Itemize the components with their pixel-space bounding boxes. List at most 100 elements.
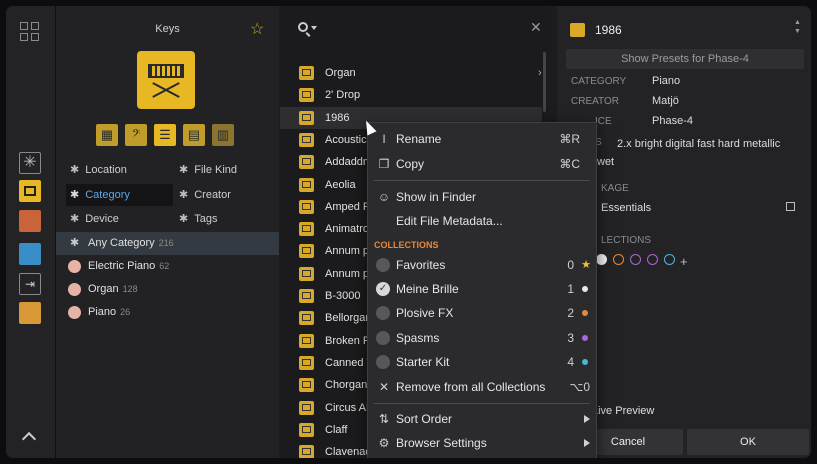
collections-header: COLLECTIONS <box>374 240 439 250</box>
filter-location[interactable]: ✱ Location <box>70 159 127 181</box>
collection-dot[interactable] <box>596 254 607 265</box>
preset-file-icon <box>299 199 314 214</box>
creator-label: CREATOR <box>571 96 619 107</box>
menu-item-collection[interactable]: Spasms 3 <box>368 326 596 350</box>
show-presets-button[interactable]: Show Presets for Phase-4 <box>566 49 804 69</box>
collections-label: LECTIONS <box>601 235 652 246</box>
keys-category-icon[interactable] <box>19 180 41 202</box>
sequencer-icon[interactable] <box>19 243 41 265</box>
device-label: ICE <box>595 116 612 127</box>
close-icon: ✕ <box>378 380 390 394</box>
filter-file-kind[interactable]: ✱ File Kind <box>179 159 237 181</box>
add-collection-icon[interactable]: + <box>680 254 691 269</box>
category-label: CATEGORY <box>571 76 627 87</box>
collection-dot[interactable] <box>630 254 641 265</box>
preset-file-icon <box>299 66 314 80</box>
category-item-piano[interactable]: Piano 26 <box>56 301 279 324</box>
scrollbar[interactable] <box>543 52 546 112</box>
grid-type-icon[interactable]: ▦ <box>96 124 118 146</box>
preset-file-icon <box>299 355 314 370</box>
menu-item-show-in-finder[interactable]: ☺ Show in Finder <box>368 185 596 209</box>
multisample-icon[interactable]: ✳ <box>19 152 41 174</box>
context-menu: I Rename ⌘R ❐ Copy ⌘C ☺ Show in Finder E… <box>367 122 597 458</box>
copy-icon: ❐ <box>378 157 390 171</box>
gear-icon: ⚙ <box>378 436 390 450</box>
grid-view-icon[interactable] <box>20 22 40 42</box>
asterisk-icon: ✱ <box>179 164 189 176</box>
category-panel: Keys ☆ ▦ 𝄢 ☰ ▤ ▥ ✱ Location ✱ File Kind ✱ C… <box>56 6 279 458</box>
collection-dot[interactable] <box>613 254 624 265</box>
plug-icon[interactable]: ⇥ <box>19 273 41 295</box>
keys-large-icon <box>137 51 195 109</box>
preset-file-icon <box>299 110 314 125</box>
filter-tags[interactable]: ✱ Tags <box>179 208 217 230</box>
search-dropdown-icon[interactable] <box>311 26 317 30</box>
text-cursor-icon: I <box>382 132 386 146</box>
finder-icon: ☺ <box>377 190 391 204</box>
category-item-organ[interactable]: Organ 128 <box>56 278 279 301</box>
filter-category[interactable]: ✱ Category <box>66 184 173 206</box>
live-preview-label[interactable]: Live Preview <box>592 405 654 417</box>
filter-creator[interactable]: ✱ Creator <box>179 184 231 206</box>
preset-title: 1986 <box>595 23 622 37</box>
menu-item-remove-all[interactable]: ✕ Remove from all Collections ⌥0 <box>368 375 596 399</box>
collection-toggle-icon <box>376 258 390 272</box>
chevron-up-icon[interactable] <box>21 431 37 447</box>
category-item-electric-piano[interactable]: Electric Piano 62 <box>56 255 279 278</box>
instrument-icon[interactable] <box>19 210 41 232</box>
search-icon[interactable] <box>298 22 308 32</box>
scroll-arrows-icon[interactable]: ▲ ▼ <box>794 18 801 36</box>
menu-item-copy[interactable]: ❐ Copy ⌘C <box>368 152 596 176</box>
file-list-item[interactable]: Organ › <box>280 62 542 84</box>
file-list-item[interactable]: 2' Drop <box>280 84 542 106</box>
menu-item-edit-metadata[interactable]: Edit File Metadata... <box>368 209 596 233</box>
package-value: Essentials <box>601 202 652 214</box>
tags-value: 2.x bright digital fast hard metallic we… <box>597 138 781 168</box>
category-item-any[interactable]: ✱ Any Category 216 <box>56 232 279 255</box>
preset-file-icon <box>299 177 314 192</box>
menu-divider <box>374 403 590 404</box>
chevron-right-icon <box>584 415 590 423</box>
star-outline-icon[interactable]: ☆ <box>250 19 264 39</box>
preset-type-icon[interactable]: ☰ <box>154 124 176 146</box>
piano-category-icon <box>68 306 81 319</box>
menu-item-collection[interactable]: Starter Kit 4 <box>368 350 596 374</box>
category-value: Piano <box>652 75 681 87</box>
filter-device[interactable]: ✱ Device <box>70 208 119 230</box>
collection-dot[interactable] <box>647 254 658 265</box>
menu-item-browser-settings[interactable]: ⚙ Browser Settings <box>368 431 596 455</box>
collection-toggle-icon <box>376 354 390 369</box>
menu-item-rename[interactable]: I Rename ⌘R <box>368 127 596 151</box>
external-link-icon[interactable] <box>786 202 795 211</box>
menu-divider <box>374 180 590 181</box>
preset-file-icon <box>299 155 314 170</box>
ok-button[interactable]: OK <box>687 429 809 455</box>
sort-icon: ⇅ <box>378 412 390 426</box>
left-rail: ✳ ⇥ <box>6 6 56 458</box>
creator-value: Matjö <box>652 95 679 107</box>
keyboard-type-icon[interactable]: ▤ <box>183 124 205 146</box>
preset-file-icon <box>299 244 314 259</box>
menu-item-collection[interactable]: Plosive FX 2 <box>368 301 596 325</box>
close-icon[interactable]: ✕ <box>530 19 542 36</box>
preset-file-icon <box>299 222 314 237</box>
preset-file-icon <box>299 289 314 303</box>
menu-item-collection[interactable]: ✓ Meine Brille 1 <box>368 277 596 301</box>
asterisk-icon: ✱ <box>179 213 189 225</box>
collection-color-dot <box>582 286 588 293</box>
user-icon[interactable] <box>19 302 41 324</box>
piano-category-icon <box>68 260 81 273</box>
device-value: Phase-4 <box>652 115 693 127</box>
chevron-right-icon[interactable]: › <box>538 62 542 84</box>
menu-item-sort-order[interactable]: ⇅ Sort Order <box>368 407 596 431</box>
bass-clef-icon[interactable]: 𝄢 <box>125 124 147 146</box>
piano-type-icon[interactable]: ▥ <box>212 124 234 146</box>
asterisk-icon: ✱ <box>179 189 189 201</box>
preset-file-icon <box>299 132 314 147</box>
menu-item-collection[interactable]: Favorites 0 ★ <box>368 253 596 277</box>
preset-file-icon <box>299 311 314 326</box>
collection-dot[interactable] <box>664 254 675 265</box>
asterisk-icon: ✱ <box>70 213 80 225</box>
asterisk-icon: ✱ <box>70 189 80 201</box>
organ-category-icon <box>68 283 81 296</box>
